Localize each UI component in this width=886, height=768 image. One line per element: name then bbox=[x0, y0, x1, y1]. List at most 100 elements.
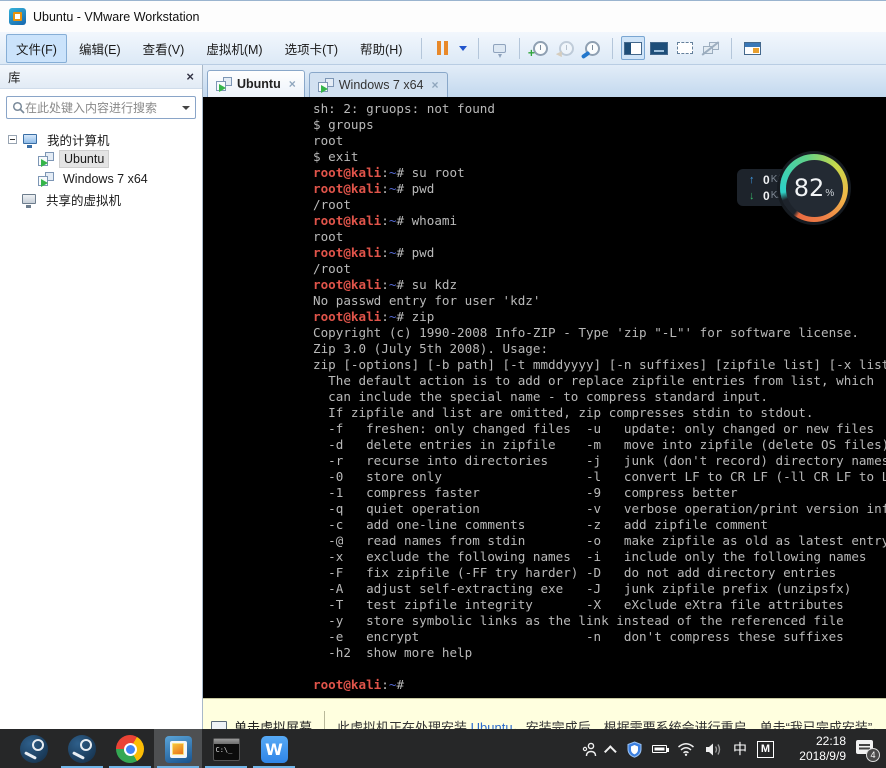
snapshot-clock-icon: + bbox=[528, 40, 548, 60]
library-search[interactable] bbox=[6, 96, 196, 119]
search-input[interactable] bbox=[25, 100, 178, 115]
tree-item-windows7[interactable]: Windows 7 x64 bbox=[0, 169, 202, 189]
unity-mode-icon bbox=[703, 42, 720, 54]
vm-console-screen[interactable]: sh: 2: gruops: not found $ groups root $ ex… bbox=[203, 97, 886, 698]
terminal-line: -c add one-line comments -z add zipfile … bbox=[313, 517, 768, 532]
fullscreen-button[interactable] bbox=[673, 36, 697, 60]
taskbar-steam-2[interactable] bbox=[58, 729, 106, 768]
window-title: Ubuntu - VMware Workstation bbox=[33, 9, 200, 24]
close-tab-icon[interactable]: × bbox=[432, 78, 439, 92]
ime-mode-indicator[interactable]: M bbox=[757, 740, 774, 758]
terminal-line: sh: 2: gruops: not found bbox=[313, 101, 495, 116]
toolbar-separator bbox=[519, 37, 521, 59]
terminal-line: -r recurse into directories -j junk (don… bbox=[313, 453, 886, 468]
terminal-line: -A adjust self-extracting exe -J junk zi… bbox=[313, 581, 852, 596]
tree-item-my-computer[interactable]: 我的计算机 bbox=[0, 129, 202, 149]
taskbar-clock[interactable]: 22:18 2018/9/9 bbox=[784, 734, 846, 764]
vm-hint-bar: 单击虚拟屏幕 此虚拟机正在处理安装 Ubuntu。安装完成后，根据需要系统会进行… bbox=[203, 698, 886, 729]
taskbar-wps[interactable]: W bbox=[250, 729, 298, 768]
vmware-app-icon bbox=[9, 8, 26, 25]
wps-office-icon: W bbox=[260, 735, 288, 763]
unity-mode-button[interactable] bbox=[699, 36, 723, 60]
taskbar-chrome[interactable] bbox=[106, 729, 154, 768]
menu-view[interactable]: 查看(V) bbox=[133, 34, 195, 63]
terminal-line: root@kali:~# pwd bbox=[313, 245, 435, 260]
action-center-button[interactable]: 4 bbox=[856, 738, 880, 762]
tree-label: Ubuntu bbox=[59, 150, 110, 168]
tree-item-shared-vms[interactable]: 共享的虚拟机 bbox=[0, 189, 202, 209]
toggle-thumbnail-bar-button[interactable] bbox=[740, 36, 764, 60]
taskbar-vmware[interactable] bbox=[154, 729, 202, 768]
tab-windows7[interactable]: Windows 7 x64 × bbox=[308, 72, 448, 97]
hint-message: 此虚拟机正在处理安装 Ubuntu。安装完成后，根据需要系统会进行重启，单击“我… bbox=[337, 717, 885, 729]
close-tab-icon[interactable]: × bbox=[289, 77, 296, 91]
terminal-line: /root bbox=[313, 261, 351, 276]
hint-message-before: 此虚拟机正在处理安装 bbox=[337, 720, 471, 729]
people-icon[interactable] bbox=[581, 741, 598, 758]
hint-left-text[interactable]: 单击虚拟屏幕 bbox=[234, 717, 312, 729]
tree-label: 共享的虚拟机 bbox=[46, 193, 122, 208]
revert-snapshot-button[interactable]: ◄ bbox=[554, 36, 578, 60]
ime-language-indicator[interactable]: 中 bbox=[733, 739, 747, 759]
clock-time: 22:18 bbox=[815, 734, 846, 748]
terminal-line: -1 compress faster -9 compress better bbox=[313, 485, 738, 500]
wifi-icon[interactable] bbox=[677, 742, 695, 756]
vmware-icon bbox=[164, 735, 192, 763]
title-bar: Ubuntu - VMware Workstation bbox=[0, 1, 886, 32]
terminal-line: -x exclude the following names -i includ… bbox=[313, 549, 867, 564]
menu-tabs[interactable]: 选项卡(T) bbox=[275, 34, 348, 63]
terminal-line: -d delete entries in zipfile -m move int… bbox=[313, 437, 886, 452]
tree-label: Windows 7 x64 bbox=[63, 172, 148, 186]
battery-icon[interactable] bbox=[652, 745, 669, 753]
library-panel-icon bbox=[624, 41, 643, 55]
snapshot-manager-button[interactable] bbox=[580, 36, 604, 60]
search-options-caret-icon[interactable] bbox=[182, 105, 190, 110]
terminal-line: $ groups bbox=[313, 117, 374, 132]
performance-gauge[interactable]: 82 % bbox=[780, 154, 848, 222]
thumbnail-bar-icon bbox=[743, 41, 761, 55]
screen-hint-icon bbox=[211, 721, 227, 729]
upload-speed-value: 0 bbox=[763, 172, 770, 187]
terminal-line: -0 store only -l convert LF to CR LF (-l… bbox=[313, 469, 886, 484]
clock-date: 2018/9/9 bbox=[799, 749, 846, 763]
vm-icon bbox=[38, 172, 54, 187]
menu-edit[interactable]: 编辑(E) bbox=[69, 34, 131, 63]
vm-tab-bar: Ubuntu × Windows 7 x64 × bbox=[203, 65, 886, 97]
terminal-line: -F fix zipfile (-FF try harder) -D do no… bbox=[313, 565, 837, 580]
taskbar-steam[interactable] bbox=[10, 729, 58, 768]
power-dropdown-button[interactable] bbox=[456, 36, 470, 60]
taskbar-cmd[interactable] bbox=[202, 729, 250, 768]
terminal-line: -h2 show more help bbox=[313, 645, 473, 660]
volume-icon[interactable] bbox=[705, 742, 723, 757]
toggle-library-button[interactable] bbox=[621, 36, 646, 60]
console-view-icon bbox=[650, 41, 669, 55]
terminal-line: Zip 3.0 (July 5th 2008). Usage: bbox=[313, 341, 549, 356]
terminal-line: The default action is to add or replace … bbox=[313, 373, 875, 388]
menu-file[interactable]: 文件(F) bbox=[6, 33, 67, 63]
computer-icon bbox=[23, 134, 37, 148]
terminal-line: root bbox=[313, 229, 344, 244]
system-tray: 中 M 22:18 2018/9/9 4 bbox=[581, 729, 886, 768]
collapse-icon[interactable] bbox=[8, 134, 17, 144]
tab-ubuntu[interactable]: Ubuntu × bbox=[207, 70, 305, 97]
upload-arrow-icon: ↑ bbox=[749, 173, 755, 186]
menu-vm[interactable]: 虚拟机(M) bbox=[196, 34, 272, 63]
antivirus-shield-icon[interactable] bbox=[627, 740, 642, 758]
send-ctrl-alt-del-button[interactable] bbox=[487, 36, 511, 60]
vm-icon bbox=[216, 77, 232, 92]
hint-message-link[interactable]: Ubuntu bbox=[471, 720, 513, 729]
steam-icon bbox=[68, 735, 96, 763]
vmware-workstation-window: Ubuntu - VMware Workstation 文件(F) 编辑(E) … bbox=[0, 0, 886, 768]
ctrl-alt-del-icon bbox=[492, 43, 506, 58]
tab-label: Ubuntu bbox=[237, 77, 281, 91]
menu-help[interactable]: 帮助(H) bbox=[350, 34, 412, 63]
tree-item-ubuntu[interactable]: Ubuntu bbox=[0, 149, 202, 169]
console-view-button[interactable] bbox=[647, 36, 671, 60]
take-snapshot-button[interactable]: + bbox=[528, 36, 552, 60]
toolbar-separator bbox=[421, 37, 423, 59]
tray-expand-chevron-icon[interactable] bbox=[604, 744, 617, 758]
snapshot-manager-icon bbox=[580, 40, 600, 59]
pause-vm-button[interactable] bbox=[430, 36, 454, 60]
close-library-icon[interactable]: × bbox=[186, 69, 194, 84]
